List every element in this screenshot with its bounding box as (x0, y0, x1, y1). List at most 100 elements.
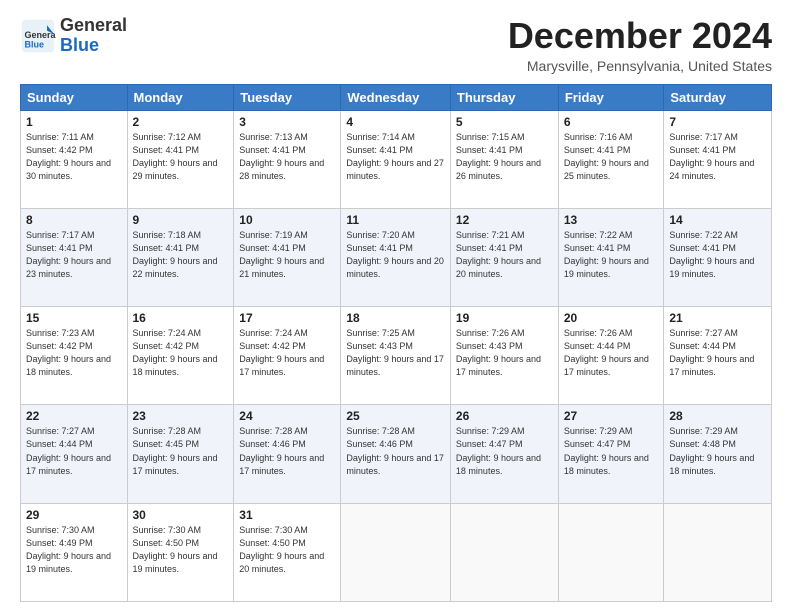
calendar-week-row: 29 Sunrise: 7:30 AMSunset: 4:49 PMDayligh… (21, 503, 772, 601)
day-info: Sunrise: 7:18 AMSunset: 4:41 PMDaylight:… (133, 229, 229, 281)
calendar-week-row: 1 Sunrise: 7:11 AMSunset: 4:42 PMDaylight… (21, 110, 772, 208)
day-info: Sunrise: 7:30 AMSunset: 4:49 PMDaylight:… (26, 524, 122, 576)
day-number: 29 (26, 508, 122, 522)
calendar-day-cell: 26 Sunrise: 7:29 AMSunset: 4:47 PMDayligh… (450, 405, 558, 503)
calendar-day-cell: 9 Sunrise: 7:18 AMSunset: 4:41 PMDaylight… (127, 208, 234, 306)
day-number: 21 (669, 311, 766, 325)
day-number: 26 (456, 409, 553, 423)
calendar-day-cell: 17Sunrise: 7:24 AMSunset: 4:42 PMDayligh… (234, 307, 341, 405)
day-number: 14 (669, 213, 766, 227)
calendar-header-sunday: Sunday (21, 84, 128, 110)
day-number: 10 (239, 213, 335, 227)
day-info: Sunrise: 7:17 AMSunset: 4:41 PMDaylight:… (26, 229, 122, 281)
logo-blue-text: Blue (60, 35, 99, 55)
logo: General Blue General Blue (20, 16, 127, 56)
day-info: Sunrise: 7:13 AMSunset: 4:41 PMDaylight:… (239, 131, 335, 183)
day-info: Sunrise: 7:30 AMSunset: 4:50 PMDaylight:… (133, 524, 229, 576)
day-number: 15 (26, 311, 122, 325)
day-number: 8 (26, 213, 122, 227)
day-number: 28 (669, 409, 766, 423)
calendar-day-cell: 15 Sunrise: 7:23 AMSunset: 4:42 PMDayligh… (21, 307, 128, 405)
day-info: Sunrise: 7:21 AMSunset: 4:41 PMDaylight:… (456, 229, 553, 281)
day-number: 1 (26, 115, 122, 129)
day-info: Sunrise: 7:11 AMSunset: 4:42 PMDaylight:… (26, 131, 122, 183)
day-info: Sunrise: 7:29 AMSunset: 4:47 PMDaylight:… (456, 425, 553, 477)
day-number: 20 (564, 311, 659, 325)
day-number: 24 (239, 409, 335, 423)
calendar-day-cell: 29 Sunrise: 7:30 AMSunset: 4:49 PMDayligh… (21, 503, 128, 601)
calendar-day-cell: 11 Sunrise: 7:20 AMSunset: 4:41 PMDayligh… (341, 208, 451, 306)
svg-text:Blue: Blue (25, 39, 45, 49)
calendar-day-cell (450, 503, 558, 601)
calendar-day-cell: 18Sunrise: 7:25 AMSunset: 4:43 PMDayligh… (341, 307, 451, 405)
calendar-week-row: 22 Sunrise: 7:27 AMSunset: 4:44 PMDayligh… (21, 405, 772, 503)
calendar-header-tuesday: Tuesday (234, 84, 341, 110)
day-info: Sunrise: 7:26 AMSunset: 4:44 PMDaylight:… (564, 327, 659, 379)
day-number: 23 (133, 409, 229, 423)
calendar-day-cell: 7 Sunrise: 7:17 AMSunset: 4:41 PMDaylight… (664, 110, 772, 208)
calendar-day-cell: 19 Sunrise: 7:26 AMSunset: 4:43 PMDayligh… (450, 307, 558, 405)
calendar-day-cell: 13Sunrise: 7:22 AMSunset: 4:41 PMDayligh… (558, 208, 664, 306)
day-info: Sunrise: 7:14 AMSunset: 4:41 PMDaylight:… (346, 131, 445, 183)
calendar-header-thursday: Thursday (450, 84, 558, 110)
day-info: Sunrise: 7:26 AMSunset: 4:43 PMDaylight:… (456, 327, 553, 379)
calendar-day-cell (664, 503, 772, 601)
calendar-day-cell: 16Sunrise: 7:24 AMSunset: 4:42 PMDayligh… (127, 307, 234, 405)
calendar-day-cell: 3 Sunrise: 7:13 AMSunset: 4:41 PMDaylight… (234, 110, 341, 208)
day-info: Sunrise: 7:12 AMSunset: 4:41 PMDaylight:… (133, 131, 229, 183)
day-info: Sunrise: 7:16 AMSunset: 4:41 PMDaylight:… (564, 131, 659, 183)
calendar-header-wednesday: Wednesday (341, 84, 451, 110)
calendar-day-cell: 24 Sunrise: 7:28 AMSunset: 4:46 PMDayligh… (234, 405, 341, 503)
day-info: Sunrise: 7:17 AMSunset: 4:41 PMDaylight:… (669, 131, 766, 183)
day-info: Sunrise: 7:24 AMSunset: 4:42 PMDaylight:… (133, 327, 229, 379)
calendar-day-cell: 10 Sunrise: 7:19 AMSunset: 4:41 PMDayligh… (234, 208, 341, 306)
day-info: Sunrise: 7:27 AMSunset: 4:44 PMDaylight:… (669, 327, 766, 379)
calendar-day-cell: 30Sunrise: 7:30 AMSunset: 4:50 PMDayligh… (127, 503, 234, 601)
calendar-day-cell: 1 Sunrise: 7:11 AMSunset: 4:42 PMDaylight… (21, 110, 128, 208)
calendar-day-cell: 6Sunrise: 7:16 AMSunset: 4:41 PMDaylight… (558, 110, 664, 208)
day-info: Sunrise: 7:15 AMSunset: 4:41 PMDaylight:… (456, 131, 553, 183)
day-info: Sunrise: 7:20 AMSunset: 4:41 PMDaylight:… (346, 229, 445, 281)
day-info: Sunrise: 7:22 AMSunset: 4:41 PMDaylight:… (669, 229, 766, 281)
day-number: 31 (239, 508, 335, 522)
calendar-day-cell: 5Sunrise: 7:15 AMSunset: 4:41 PMDaylight… (450, 110, 558, 208)
calendar-day-cell (341, 503, 451, 601)
calendar-day-cell: 4Sunrise: 7:14 AMSunset: 4:41 PMDaylight… (341, 110, 451, 208)
calendar-header-saturday: Saturday (664, 84, 772, 110)
location-subtitle: Marysville, Pennsylvania, United States (508, 58, 772, 74)
calendar-table: SundayMondayTuesdayWednesdayThursdayFrid… (20, 84, 772, 602)
calendar-day-cell: 2Sunrise: 7:12 AMSunset: 4:41 PMDaylight… (127, 110, 234, 208)
day-number: 7 (669, 115, 766, 129)
calendar-header-friday: Friday (558, 84, 664, 110)
calendar-day-cell: 25Sunrise: 7:28 AMSunset: 4:46 PMDayligh… (341, 405, 451, 503)
day-info: Sunrise: 7:23 AMSunset: 4:42 PMDaylight:… (26, 327, 122, 379)
day-info: Sunrise: 7:24 AMSunset: 4:42 PMDaylight:… (239, 327, 335, 379)
month-title: December 2024 (508, 16, 772, 56)
calendar-week-row: 8 Sunrise: 7:17 AMSunset: 4:41 PMDaylight… (21, 208, 772, 306)
day-info: Sunrise: 7:28 AMSunset: 4:46 PMDaylight:… (346, 425, 445, 477)
day-info: Sunrise: 7:29 AMSunset: 4:48 PMDaylight:… (669, 425, 766, 477)
day-number: 3 (239, 115, 335, 129)
logo-general-text: General (60, 15, 127, 35)
day-info: Sunrise: 7:27 AMSunset: 4:44 PMDaylight:… (26, 425, 122, 477)
calendar-header-row: SundayMondayTuesdayWednesdayThursdayFrid… (21, 84, 772, 110)
day-number: 11 (346, 213, 445, 227)
calendar-day-cell: 22 Sunrise: 7:27 AMSunset: 4:44 PMDayligh… (21, 405, 128, 503)
page-header: General Blue General Blue December 2024 … (20, 16, 772, 74)
day-number: 19 (456, 311, 553, 325)
day-info: Sunrise: 7:28 AMSunset: 4:46 PMDaylight:… (239, 425, 335, 477)
calendar-day-cell: 31Sunrise: 7:30 AMSunset: 4:50 PMDayligh… (234, 503, 341, 601)
day-info: Sunrise: 7:28 AMSunset: 4:45 PMDaylight:… (133, 425, 229, 477)
calendar-day-cell: 21 Sunrise: 7:27 AMSunset: 4:44 PMDayligh… (664, 307, 772, 405)
day-number: 9 (133, 213, 229, 227)
calendar-day-cell: 12 Sunrise: 7:21 AMSunset: 4:41 PMDayligh… (450, 208, 558, 306)
calendar-day-cell: 20 Sunrise: 7:26 AMSunset: 4:44 PMDayligh… (558, 307, 664, 405)
day-info: Sunrise: 7:19 AMSunset: 4:41 PMDaylight:… (239, 229, 335, 281)
day-number: 27 (564, 409, 659, 423)
day-number: 12 (456, 213, 553, 227)
title-block: December 2024 Marysville, Pennsylvania, … (508, 16, 772, 74)
logo-icon: General Blue (20, 18, 56, 54)
calendar-day-cell: 28 Sunrise: 7:29 AMSunset: 4:48 PMDayligh… (664, 405, 772, 503)
day-number: 18 (346, 311, 445, 325)
day-number: 22 (26, 409, 122, 423)
